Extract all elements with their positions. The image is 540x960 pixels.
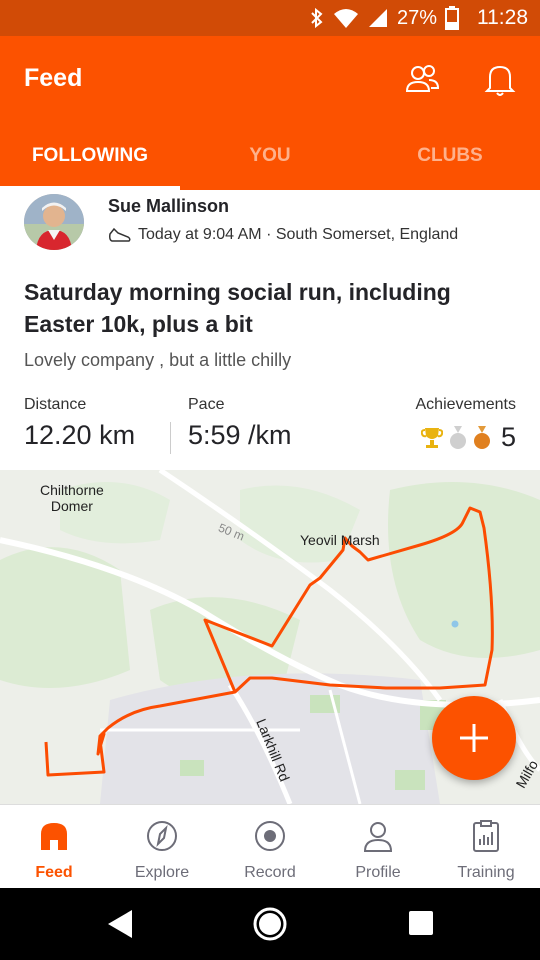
shoe-icon [109,227,131,242]
distance-stat: Distance 12.20 km [24,396,135,451]
activity-meta: Today at 9:04 AM · South Somerset, Engla… [108,226,458,244]
training-icon [473,820,499,852]
clock: 11:28 [477,6,528,29]
bottom-navigation: Feed Explore Record Profile Training [0,804,540,888]
pace-stat: Pace 5:59 /km [188,396,292,451]
compass-icon [147,821,177,851]
status-bar: 27% 11:28 [0,0,540,36]
map-label-yeovil-marsh: Yeovil Marsh [300,532,380,548]
achievements-stat: Achievements 5 [416,396,517,453]
signal-icon [368,9,387,27]
pace-label: Pace [188,396,225,413]
record-icon [255,821,285,851]
plus-icon [460,724,488,752]
battery-percent: 27% [396,6,437,29]
achievements-label: Achievements [415,396,517,413]
notifications-bell-icon[interactable] [480,60,520,100]
feed-tabs: FOLLOWING YOU CLUBS [0,134,540,190]
pace-value: 5:59 /km [188,420,292,450]
nav-explore-label: Explore [134,864,190,881]
distance-value: 12.20 km [24,420,136,450]
distance-label: Distance [24,396,87,413]
tab-following[interactable]: FOLLOWING [0,134,180,190]
nav-profile-label: Profile [355,864,401,881]
silver-medal-icon [449,425,466,449]
home-icon [41,823,67,850]
profile-icon [363,822,393,852]
achievements-count: 5 [500,422,516,452]
system-navigation-bar [0,888,540,960]
activity-date-location: Today at 9:04 AM · South Somerset, Engla… [138,226,459,243]
nav-feed-label: Feed [35,864,73,881]
wifi-icon [333,9,358,28]
nav-record-label: Record [244,864,296,881]
avatar[interactable] [24,194,84,250]
stat-divider [170,422,171,454]
tab-clubs[interactable]: CLUBS [360,134,540,190]
find-friends-icon[interactable] [402,60,442,100]
activity-description: Lovely company , but a little chilly [24,350,292,370]
add-activity-button[interactable] [432,696,516,780]
gold-trophy-icon [420,427,443,448]
recent-apps-icon[interactable] [408,910,434,936]
nav-record[interactable]: Record [216,805,324,888]
nav-training-label: Training [457,864,515,881]
bluetooth-icon [311,7,323,29]
app-header: Feed FOLLOWING YOU CLUBS [0,36,540,190]
nav-profile[interactable]: Profile [324,805,432,888]
battery-icon [445,6,459,30]
nav-feed[interactable]: Feed [0,805,108,888]
status-icons: 27% 11:28 [309,0,528,36]
bronze-medal-icon [473,425,490,449]
activity-card[interactable]: Sue Mallinson Today at 9:04 AM · South S… [0,190,540,470]
map-label-chilthorne: Chilthorne Domer [40,482,104,514]
nav-training[interactable]: Training [432,805,540,888]
activity-title[interactable]: Saturday morning social run, including E… [24,276,514,340]
back-icon[interactable] [104,908,136,940]
tab-you[interactable]: YOU [180,134,360,190]
home-button-icon[interactable] [252,906,288,942]
page-title: Feed [24,64,83,92]
nav-explore[interactable]: Explore [108,805,216,888]
athlete-name[interactable]: Sue Mallinson [108,196,229,217]
